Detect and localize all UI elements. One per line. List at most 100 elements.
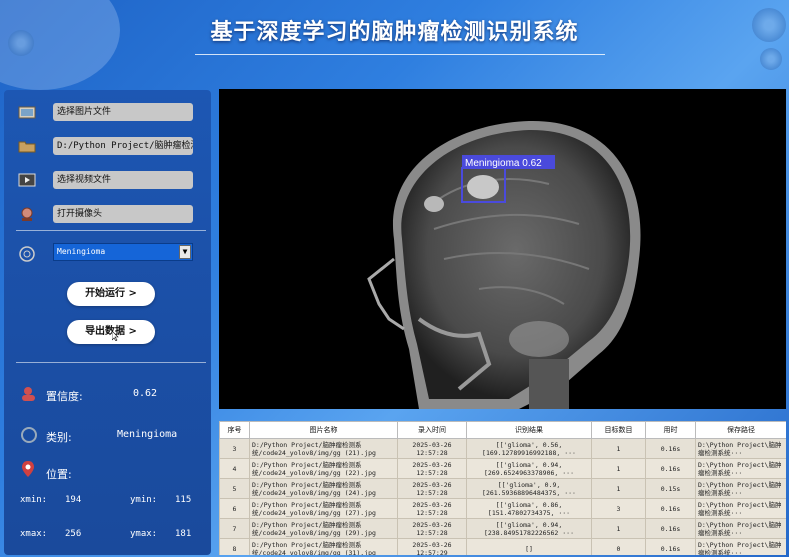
cell-id: 6 bbox=[219, 498, 250, 519]
camera-icon bbox=[16, 205, 38, 223]
position-label: 位置: bbox=[46, 468, 72, 481]
divider bbox=[16, 230, 206, 231]
xmax-value: 256 bbox=[65, 529, 82, 539]
folder-icon bbox=[16, 137, 38, 155]
cell-result: [['glioma', 0.9, [261.5936889648437S, ··… bbox=[466, 478, 592, 499]
video-icon bbox=[16, 171, 38, 189]
app-title: 基于深度学习的脑肿瘤检测识别系统 bbox=[210, 20, 579, 45]
column-header[interactable]: 识别结果 bbox=[466, 421, 592, 439]
image-viewer: Meningioma 0.62 bbox=[219, 89, 786, 409]
results-table[interactable]: 序号 图片名称 录入时间 识别结果 目标数目 用时 保存路径 3 D:/Pyth… bbox=[219, 421, 786, 555]
cell-elapsed: 0.15s bbox=[645, 478, 696, 499]
cell-name: D:/Python Project/脑肿瘤检测系统/code24_yolov8/… bbox=[249, 498, 398, 519]
location-pin-icon bbox=[20, 460, 36, 482]
cell-count: 3 bbox=[591, 498, 646, 519]
select-video-button[interactable]: 选择视频文件 bbox=[53, 171, 193, 189]
cell-time: 2025-03-26 12:57:28 bbox=[397, 478, 467, 499]
table-row[interactable]: 4 D:/Python Project/脑肿瘤检测系统/code24_yolov… bbox=[219, 458, 786, 479]
xmin-label: xmin: bbox=[20, 495, 48, 505]
table-row[interactable]: 5 D:/Python Project/脑肿瘤检测系统/code24_yolov… bbox=[219, 478, 786, 499]
divider bbox=[16, 362, 206, 363]
cell-path: D:\Python Project\脑肿瘤检测系统··· bbox=[695, 538, 786, 555]
column-header[interactable]: 录入时间 bbox=[397, 421, 467, 439]
run-button[interactable]: 开始运行 > bbox=[67, 282, 155, 306]
table-row[interactable]: 3 D:/Python Project/脑肿瘤检测系统/code24_yolov… bbox=[219, 438, 786, 459]
cell-count: 1 bbox=[591, 478, 646, 499]
column-header[interactable]: 序号 bbox=[219, 421, 250, 439]
confidence-label: 置信度: bbox=[46, 390, 83, 403]
cell-time: 2025-03-26 12:57:28 bbox=[397, 458, 467, 479]
cell-path: D:\Python Project\脑肿瘤检测系统··· bbox=[695, 518, 786, 539]
cell-name: D:/Python Project/脑肿瘤检测系统/code24_yolov8/… bbox=[249, 538, 398, 555]
cell-count: 1 bbox=[591, 518, 646, 539]
cell-result: [['glioma', 0.86, [151.47802734375, ··· bbox=[466, 498, 592, 519]
cell-name: D:/Python Project/脑肿瘤检测系统/code24_yolov8/… bbox=[249, 438, 398, 459]
table-row-selected[interactable]: 6 D:/Python Project/脑肿瘤检测系统/code24_yolov… bbox=[219, 498, 786, 519]
image-icon bbox=[16, 103, 38, 121]
cell-time: 2025-03-26 12:57:28 bbox=[397, 518, 467, 539]
open-camera-row[interactable] bbox=[16, 205, 38, 223]
cell-time: 2025-03-26 12:57:29 bbox=[397, 538, 467, 555]
cell-path: D:\Python Project\脑肿瘤检测系统··· bbox=[695, 498, 786, 519]
cell-elapsed: 0.16s bbox=[645, 458, 696, 479]
select-folder-row[interactable] bbox=[16, 137, 38, 155]
target-select-row bbox=[16, 245, 38, 263]
cell-id: 3 bbox=[219, 438, 250, 459]
cell-time: 2025-03-26 12:57:28 bbox=[397, 498, 467, 519]
column-header[interactable]: 图片名称 bbox=[249, 421, 398, 439]
target-class-select[interactable]: Meningioma ▼ bbox=[53, 243, 193, 261]
title-underline bbox=[195, 54, 605, 55]
cell-name: D:/Python Project/脑肿瘤检测系统/code24_yolov8/… bbox=[249, 478, 398, 499]
class-label: 类别: bbox=[46, 431, 72, 444]
column-header[interactable]: 保存路径 bbox=[695, 421, 786, 439]
chevron-down-icon[interactable]: ▼ bbox=[179, 245, 191, 259]
xmax-label: xmax: bbox=[20, 529, 48, 539]
detection-label: Meningioma 0.62 bbox=[465, 158, 542, 169]
cell-path: D:\Python Project\脑肿瘤检测系统··· bbox=[695, 458, 786, 479]
cell-elapsed: 0.16s bbox=[645, 438, 696, 459]
cell-time: 2025-03-26 12:57:28 bbox=[397, 438, 467, 459]
ymin-label: ymin: bbox=[130, 495, 158, 505]
column-header[interactable]: 用时 bbox=[645, 421, 696, 439]
ymin-value: 115 bbox=[175, 495, 192, 505]
confidence-icon bbox=[20, 385, 38, 407]
table-row[interactable]: 8 D:/Python Project/脑肿瘤检测系统/code24_yolov… bbox=[219, 538, 786, 555]
class-value: Meningioma bbox=[117, 429, 178, 440]
cell-result: [['glioma', 0.94, [238.84951782226562 ··… bbox=[466, 518, 592, 539]
header: 基于深度学习的脑肿瘤检测识别系统 bbox=[0, 0, 789, 60]
cell-name: D:/Python Project/脑肿瘤检测系统/code24_yolov8/… bbox=[249, 458, 398, 479]
cell-id: 4 bbox=[219, 458, 250, 479]
cell-elapsed: 0.16s bbox=[645, 538, 696, 555]
cell-path: D:\Python Project\脑肿瘤检测系统··· bbox=[695, 438, 786, 459]
target-icon bbox=[16, 245, 38, 263]
cell-result: [['glioma', 0.94, [269.6524963378906, ··… bbox=[466, 458, 592, 479]
ymax-label: ymax: bbox=[130, 529, 158, 539]
cell-count: 1 bbox=[591, 438, 646, 459]
cell-count: 0 bbox=[591, 538, 646, 555]
select-image-row[interactable] bbox=[16, 103, 38, 121]
cell-elapsed: 0.16s bbox=[645, 498, 696, 519]
export-button[interactable]: 导出数据 > bbox=[67, 320, 155, 344]
mri-image: Meningioma 0.62 bbox=[367, 120, 641, 409]
cell-elapsed: 0.16s bbox=[645, 518, 696, 539]
select-image-button[interactable]: 选择图片文件 bbox=[53, 103, 193, 121]
folder-path-field[interactable]: D:/Python Project/脑肿瘤检测 bbox=[53, 137, 193, 155]
select-video-row[interactable] bbox=[16, 171, 38, 189]
confidence-value: 0.62 bbox=[133, 388, 158, 399]
xmin-value: 194 bbox=[65, 495, 82, 505]
cell-path: D:\Python Project\脑肿瘤检测系统··· bbox=[695, 478, 786, 499]
ymax-value: 181 bbox=[175, 529, 192, 539]
cell-result: [['glioma', 0.56, [169.12789916992188, ·… bbox=[466, 438, 592, 459]
table-header: 序号 图片名称 录入时间 识别结果 目标数目 用时 保存路径 bbox=[219, 421, 786, 439]
cell-name: D:/Python Project/脑肿瘤检测系统/code24_yolov8/… bbox=[249, 518, 398, 539]
cell-id: 8 bbox=[219, 538, 250, 555]
target-class-selected: Meningioma bbox=[57, 247, 106, 256]
cell-id: 7 bbox=[219, 518, 250, 539]
cell-count: 1 bbox=[591, 458, 646, 479]
mouse-cursor-icon bbox=[112, 331, 119, 341]
open-camera-button[interactable]: 打开摄像头 bbox=[53, 205, 193, 223]
class-icon bbox=[20, 426, 38, 448]
cell-result: [] bbox=[466, 538, 592, 555]
column-header[interactable]: 目标数目 bbox=[591, 421, 646, 439]
table-row[interactable]: 7 D:/Python Project/脑肿瘤检测系统/code24_yolov… bbox=[219, 518, 786, 539]
